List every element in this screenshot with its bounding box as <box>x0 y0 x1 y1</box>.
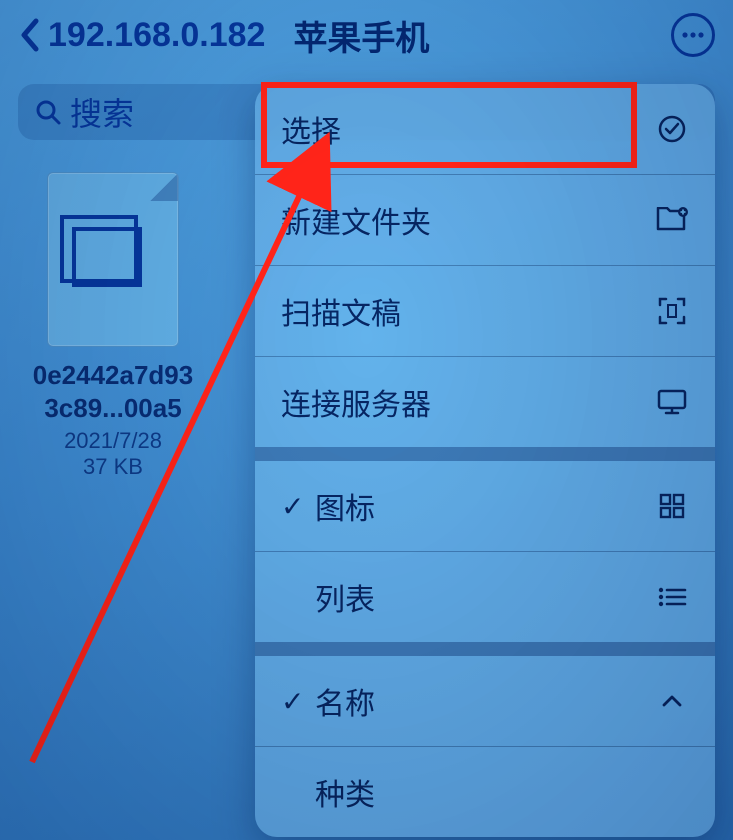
check-icon: ✓ <box>281 685 315 718</box>
ellipsis-icon <box>681 31 705 39</box>
menu-sort-name[interactable]: ✓ 名称 <box>255 656 715 746</box>
scan-icon <box>655 296 689 326</box>
page-title: 苹果手机 <box>293 11 671 60</box>
grid-icon <box>655 492 689 520</box>
menu-scan-docs-label: 扫描文稿 <box>281 289 655 333</box>
menu-scan-docs[interactable]: 扫描文稿 <box>255 266 715 356</box>
file-size: 37 KB <box>18 454 208 480</box>
menu-select[interactable]: 选择 <box>255 84 715 174</box>
folder-plus-icon <box>655 207 689 233</box>
navbar: 192.168.0.182 苹果手机 <box>0 0 733 70</box>
back-button[interactable]: 192.168.0.182 <box>18 16 265 55</box>
list-icon <box>655 586 689 608</box>
stack-icon <box>72 227 142 287</box>
file-name-line2: 3c89...00a5 <box>18 392 208 425</box>
menu-connect-server-label: 连接服务器 <box>281 380 655 424</box>
monitor-icon <box>655 388 689 416</box>
chevron-left-icon <box>18 18 42 52</box>
menu-select-label: 选择 <box>281 107 655 151</box>
menu-view-list-label: 列表 <box>315 575 375 619</box>
menu-connect-server[interactable]: 连接服务器 <box>255 357 715 447</box>
menu-new-folder[interactable]: 新建文件夹 <box>255 175 715 265</box>
search-placeholder: 搜索 <box>70 89 134 135</box>
menu-sort-kind-label: 种类 <box>315 770 375 814</box>
file-name-line1: 0e2442a7d93 <box>18 359 208 392</box>
file-date: 2021/7/28 <box>18 428 208 454</box>
back-label: 192.168.0.182 <box>48 16 265 55</box>
check-icon: ✓ <box>281 490 315 523</box>
menu-sort-name-label: 名称 <box>315 679 375 723</box>
menu-view-list[interactable]: ✓ 列表 <box>255 552 715 642</box>
more-button[interactable] <box>671 13 715 57</box>
chevron-up-icon <box>655 694 689 708</box>
menu-view-icons-label: 图标 <box>315 484 375 528</box>
file-thumbnail <box>47 172 179 347</box>
checkmark-circle-icon <box>655 114 689 144</box>
menu-view-icons[interactable]: ✓ 图标 <box>255 461 715 551</box>
menu-sort-kind[interactable]: ✓ 种类 <box>255 747 715 837</box>
file-item[interactable]: 0e2442a7d93 3c89...00a5 2021/7/28 37 KB <box>18 172 208 480</box>
menu-new-folder-label: 新建文件夹 <box>281 198 655 242</box>
context-menu: 选择 新建文件夹 扫描文稿 连接服务器 ✓ 图标 <box>255 84 715 837</box>
search-icon <box>34 98 62 126</box>
